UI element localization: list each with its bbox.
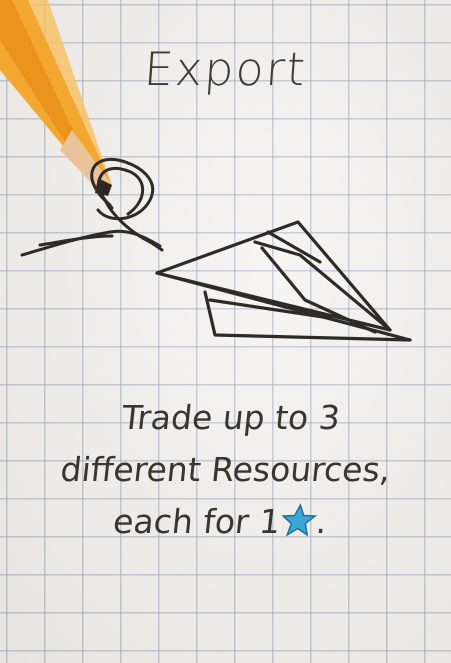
paper-airplane-icon <box>155 220 412 342</box>
card-title: Export <box>142 42 309 96</box>
card: { "card": { "title": "Export", "descript… <box>0 0 451 663</box>
description-line-3: each for 1. <box>12 496 428 548</box>
star-icon <box>280 503 317 537</box>
card-description: Trade up to 3 different Resources, each … <box>12 392 439 548</box>
scribble-loop <box>20 157 164 257</box>
description-line-1: Trade up to 3 <box>120 398 342 437</box>
description-line-3-text: each for 1 <box>111 502 283 541</box>
card-illustration <box>0 0 412 342</box>
description-line-2: different Resources, <box>58 450 393 489</box>
